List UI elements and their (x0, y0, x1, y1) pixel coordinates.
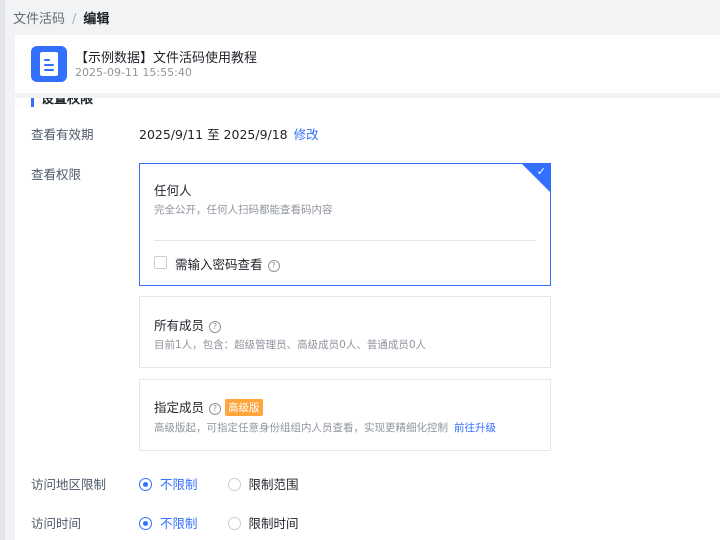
upgrade-link[interactable]: 前往升级 (454, 422, 496, 434)
access-time-radio-group: 不限制 限制时间 (139, 513, 325, 532)
permission-label: 查看权限 (31, 167, 82, 182)
validity-label: 查看有效期 (31, 127, 94, 142)
validity-value: 2025/9/11 至 2025/9/18 修改 (139, 124, 319, 143)
left-scroll-edge (0, 0, 5, 540)
radio-icon (139, 517, 152, 530)
option-title: 任何人 (154, 183, 192, 198)
option-desc: 完全公开，任何人扫码都能查看码内容 (154, 204, 333, 216)
access-time-label: 访问时间 (31, 516, 82, 531)
document-title: 【示例数据】文件活码使用教程 (75, 51, 258, 66)
region-limited-radio[interactable]: 限制范围 (227, 474, 299, 493)
breadcrumb-separator: / (72, 12, 77, 27)
password-checkbox-label[interactable]: 需输入密码查看? (175, 254, 280, 273)
password-checkbox[interactable] (154, 256, 167, 269)
permission-settings-panel: 设置权限 查看有效期 2025/9/11 至 2025/9/18 修改 查看权限 … (15, 98, 720, 540)
region-unlimited-radio[interactable]: 不限制 (139, 474, 198, 493)
breadcrumb: 文件活码 / 编辑 (13, 8, 109, 27)
option-desc: 高级版起，可指定任意身份组组内人员查看，实现更精细化控制 前往升级 (154, 422, 496, 434)
radio-icon (139, 478, 152, 491)
option-title: 所有成员? (154, 315, 222, 334)
help-icon[interactable]: ? (209, 403, 222, 415)
document-timestamp: 2025-09-11 15:55:40 (75, 66, 192, 79)
document-icon (31, 46, 67, 82)
check-icon: ✓ (536, 165, 546, 178)
section-title: 设置权限 (31, 98, 93, 107)
radio-icon (227, 478, 241, 491)
permission-option-all-members[interactable]: 所有成员? 目前1人，包含：超级管理员、高级成员0人、普通成员0人 (139, 296, 551, 368)
time-unlimited-radio[interactable]: 不限制 (139, 513, 198, 532)
help-icon[interactable]: ? (209, 321, 222, 333)
divider (154, 240, 536, 241)
region-limit-label: 访问地区限制 (31, 477, 107, 492)
help-icon[interactable]: ? (267, 260, 280, 272)
premium-badge: 高级版 (225, 399, 263, 416)
breadcrumb-parent[interactable]: 文件活码 (13, 12, 65, 27)
region-limit-radio-group: 不限制 限制范围 (139, 474, 325, 493)
time-limited-radio[interactable]: 限制时间 (227, 513, 299, 532)
breadcrumb-current: 编辑 (83, 12, 110, 27)
option-desc: 目前1人，包含：超级管理员、高级成员0人、普通成员0人 (154, 339, 427, 351)
validity-range: 2025/9/11 至 2025/9/18 (139, 127, 288, 142)
permission-option-anyone[interactable]: 任何人 完全公开，任何人扫码都能查看码内容 需输入密码查看? ✓ (139, 163, 551, 286)
document-header: 【示例数据】文件活码使用教程 2025-09-11 15:55:40 (15, 35, 720, 93)
radio-icon (227, 517, 241, 530)
option-title: 指定成员? 高级版 (154, 397, 263, 416)
edit-validity-link[interactable]: 修改 (294, 127, 319, 142)
permission-option-specified-members[interactable]: 指定成员? 高级版 高级版起，可指定任意身份组组内人员查看，实现更精细化控制 前往升… (139, 379, 551, 451)
